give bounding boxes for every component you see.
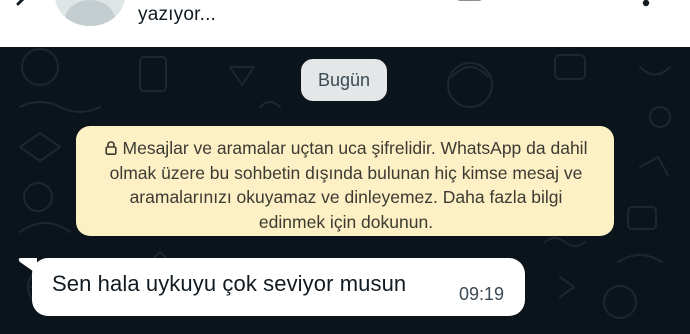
typing-status: yazıyor... (138, 4, 217, 25)
encryption-notice-text: Mesajlar ve aramalar uçtan uca şifrelidi… (109, 138, 588, 232)
chat-header: yazıyor... (0, 0, 690, 47)
message-time: 09:19 (459, 284, 505, 304)
encryption-notice[interactable]: Mesajlar ve aramalar uçtan uca şifrelidi… (76, 126, 614, 236)
more-menu-icon[interactable] (642, 0, 650, 10)
back-arrow-icon[interactable] (14, 0, 40, 12)
date-chip: Bugün (301, 59, 387, 101)
avatar[interactable] (55, 0, 125, 26)
message-text: Sen hala uykuyu çok seviyor musun (52, 271, 407, 296)
message-bubble[interactable]: Sen hala uykuyu çok seviyor musun 09:19 (32, 258, 525, 316)
lock-icon (104, 141, 117, 155)
chat-area[interactable]: Bugün Mesajlar ve aramalar uçtan uca şif… (0, 47, 690, 334)
bubble-tail (18, 258, 37, 274)
video-call-icon[interactable] (455, 0, 493, 10)
voice-call-icon[interactable] (560, 0, 586, 12)
